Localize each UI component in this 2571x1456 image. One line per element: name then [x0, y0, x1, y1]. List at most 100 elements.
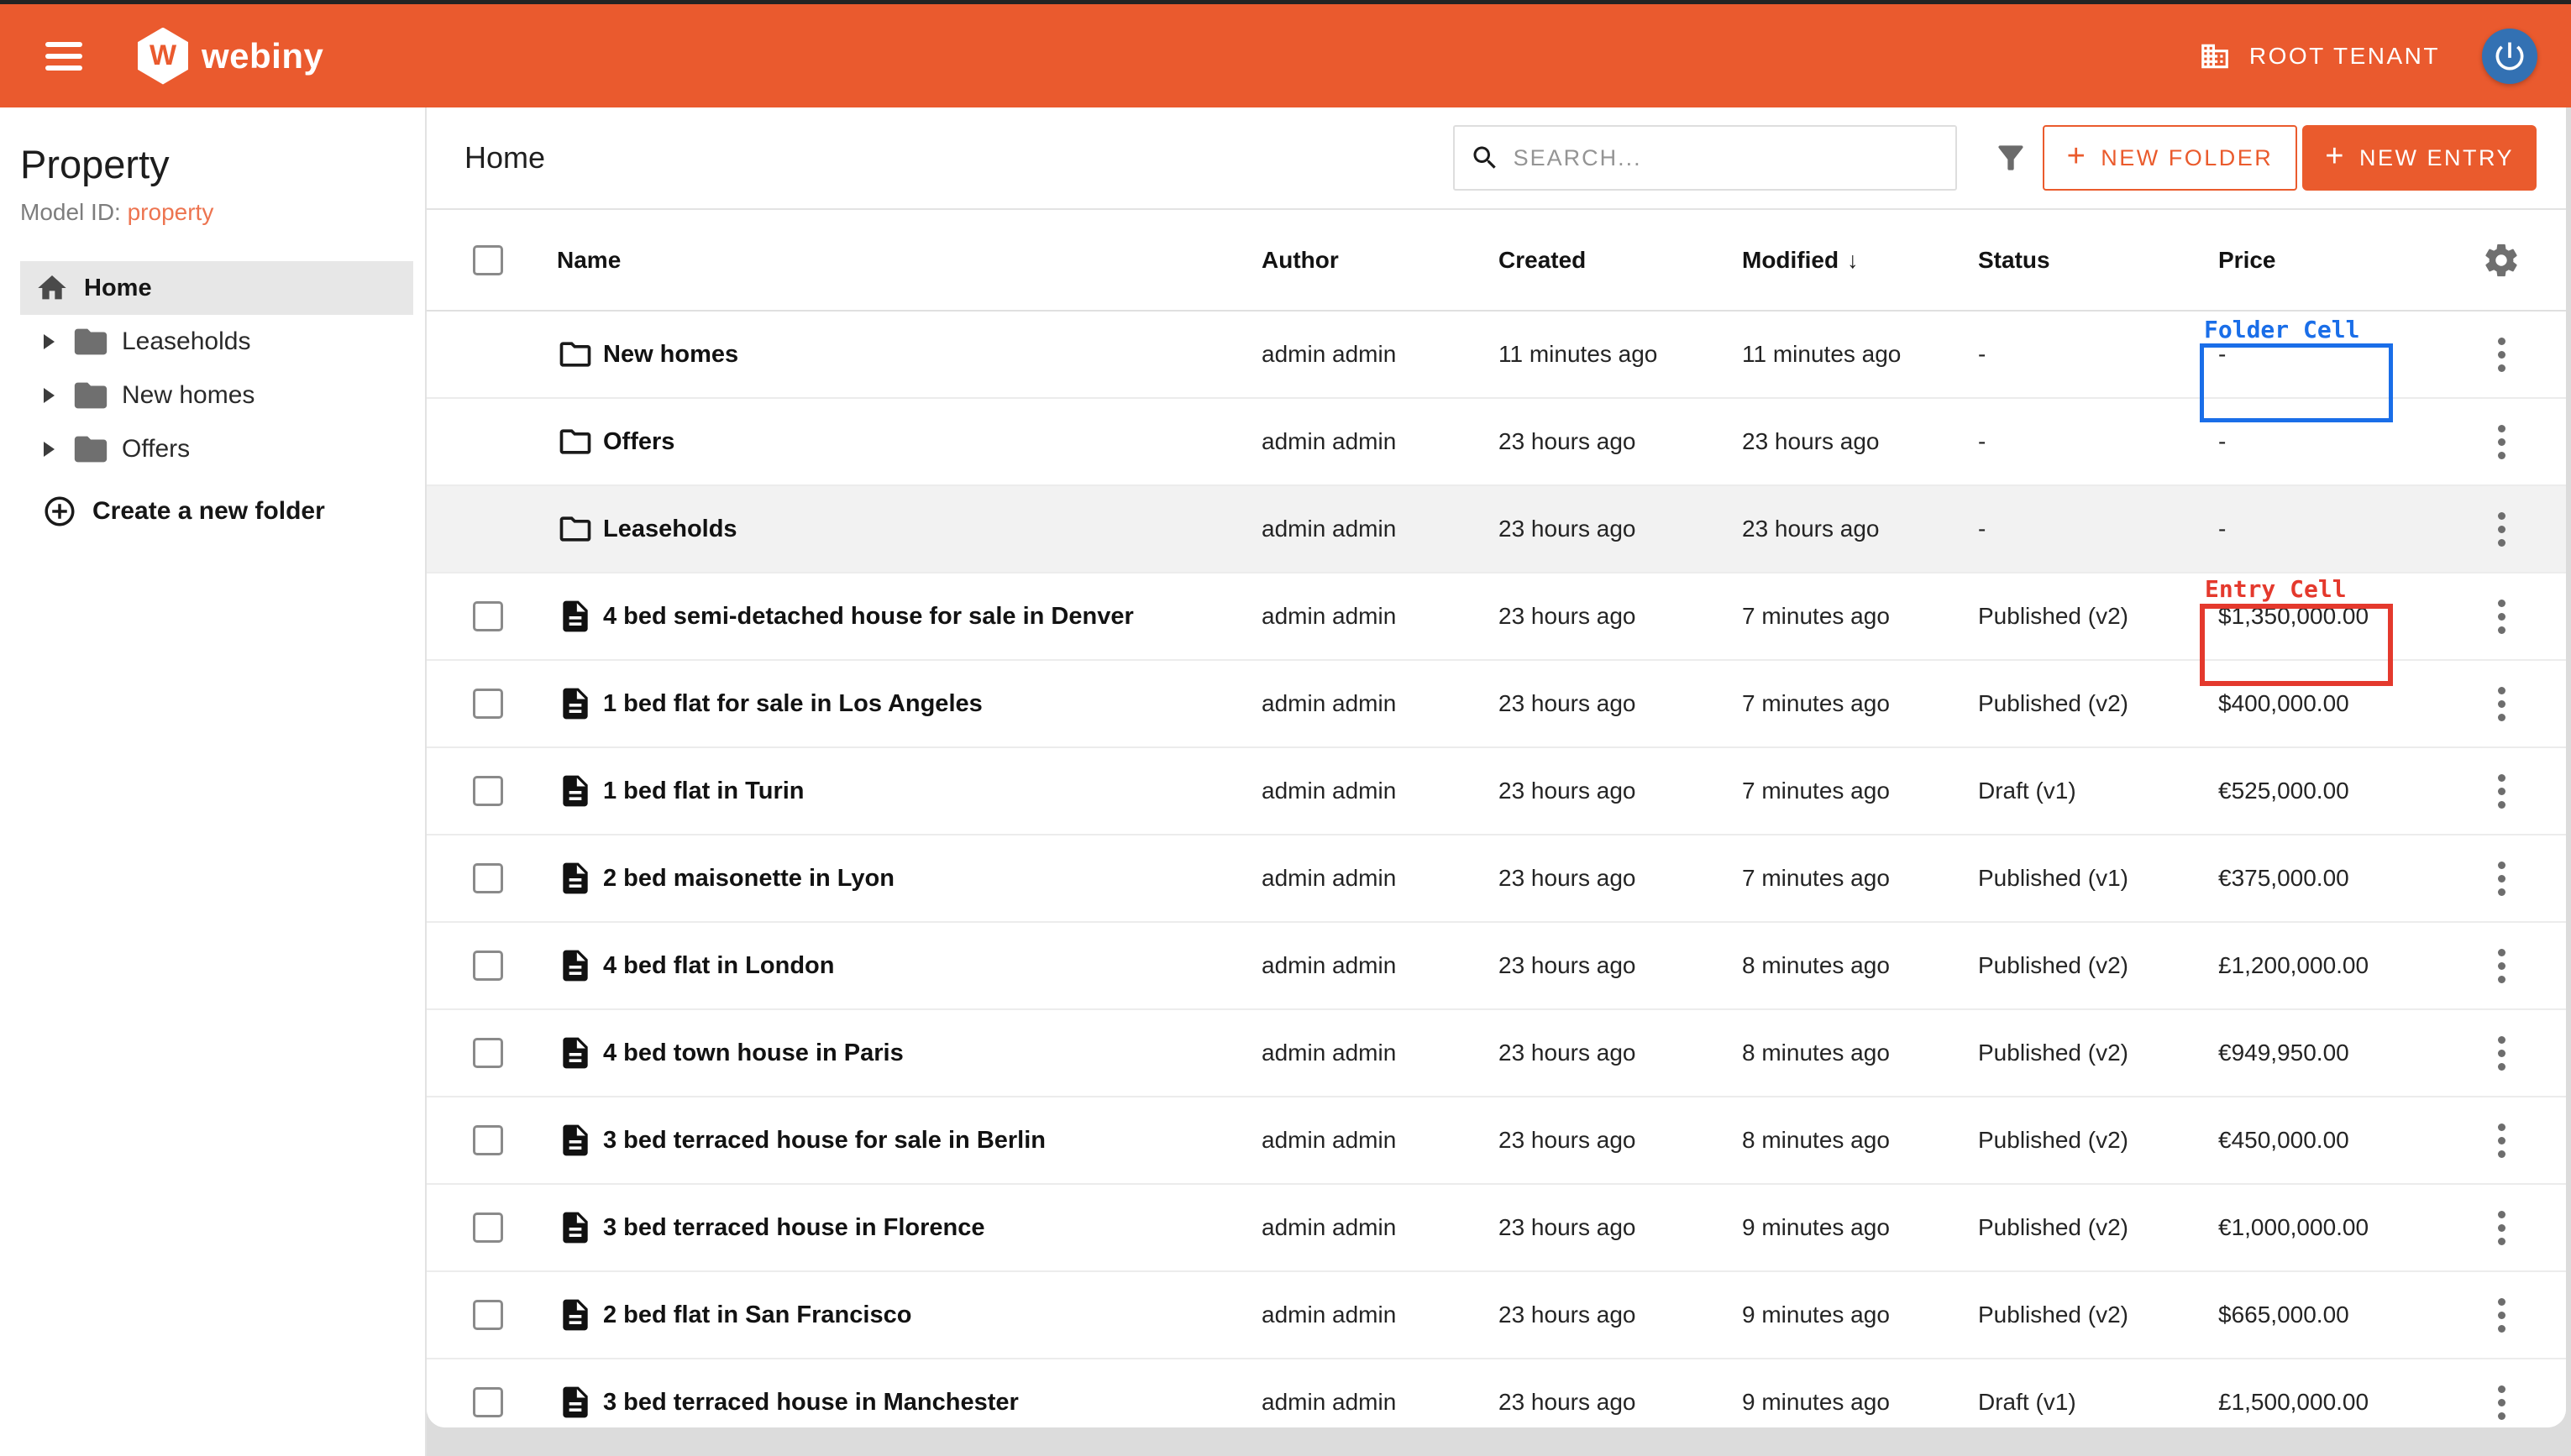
row-name: 3 bed terraced house for sale in Berlin [603, 1127, 1262, 1155]
table-row[interactable]: Leaseholds admin admin 23 hours ago 23 h… [427, 486, 2566, 573]
building-icon [2199, 40, 2231, 72]
row-actions-menu-icon[interactable] [2493, 416, 2511, 467]
folder-icon [557, 423, 594, 460]
row-price: £1,500,000.00 [2218, 1389, 2369, 1415]
row-author: admin admin [1262, 690, 1498, 717]
row-actions-menu-icon[interactable] [2493, 1028, 2511, 1078]
row-status-badge: Published (v2) [1978, 1214, 2218, 1241]
sidebar-item-home[interactable]: Home [20, 261, 413, 315]
create-folder-button[interactable]: Create a new folder [20, 484, 413, 538]
page-title: Home [464, 140, 545, 175]
row-modified: 23 hours ago [1742, 516, 1978, 542]
row-checkbox[interactable] [473, 1212, 503, 1243]
row-checkbox[interactable] [473, 1387, 503, 1417]
chevron-right-icon[interactable] [44, 334, 55, 349]
table-row[interactable]: 2 bed flat in San Francisco admin admin … [427, 1272, 2566, 1359]
table-header: Name Author Created Modified↓ Status Pri… [427, 210, 2566, 312]
row-status-badge: Published (v2) [1978, 952, 2218, 979]
row-status-badge: - [1978, 428, 2218, 455]
model-id-label: Model ID: [20, 199, 121, 225]
filter-button[interactable] [1992, 139, 2029, 176]
row-modified: 8 minutes ago [1742, 1127, 1978, 1154]
row-author: admin admin [1262, 1040, 1498, 1066]
webiny-logo-text: webiny [202, 36, 323, 76]
row-name: 1 bed flat for sale in Los Angeles [603, 690, 1262, 718]
row-status-badge: Published (v1) [1978, 865, 2218, 892]
row-checkbox[interactable] [473, 863, 503, 893]
row-name: 4 bed town house in Paris [603, 1040, 1262, 1067]
row-author: admin admin [1262, 428, 1498, 455]
row-actions-menu-icon[interactable] [2493, 766, 2511, 816]
plus-icon: + [2067, 140, 2088, 172]
row-checkbox[interactable] [473, 776, 503, 806]
row-created: 23 hours ago [1498, 603, 1742, 630]
row-checkbox[interactable] [473, 1038, 503, 1068]
table-body: New homes admin admin 11 minutes ago 11 … [427, 312, 2566, 1427]
row-checkbox[interactable] [473, 951, 503, 981]
tenant-selector[interactable]: ROOT TENANT [2199, 40, 2440, 72]
row-created: 23 hours ago [1498, 428, 1742, 455]
row-actions-menu-icon[interactable] [2493, 1290, 2511, 1340]
search-input[interactable] [1514, 145, 1940, 171]
row-checkbox[interactable] [473, 1300, 503, 1330]
column-header-price[interactable]: Price [2218, 247, 2470, 274]
row-checkbox[interactable] [473, 689, 503, 719]
row-actions-menu-icon[interactable] [2493, 504, 2511, 554]
row-actions-menu-icon[interactable] [2493, 1377, 2511, 1427]
row-actions-menu-icon[interactable] [2493, 940, 2511, 991]
sidebar-item-leaseholds[interactable]: Leaseholds [20, 315, 413, 369]
row-name: 3 bed terraced house in Manchester [603, 1389, 1262, 1417]
row-created: 23 hours ago [1498, 1040, 1742, 1066]
chevron-right-icon[interactable] [44, 388, 55, 403]
new-folder-button[interactable]: + NEW FOLDER [2043, 125, 2298, 191]
document-icon [557, 947, 594, 984]
row-actions-menu-icon[interactable] [2493, 329, 2511, 380]
sidebar-item-offers[interactable]: Offers [20, 422, 413, 476]
table-row[interactable]: 3 bed terraced house in Florence admin a… [427, 1185, 2566, 1272]
row-checkbox[interactable] [473, 601, 503, 631]
chevron-right-icon[interactable] [44, 442, 55, 457]
webiny-logo: W webiny [138, 28, 323, 85]
select-all-checkbox[interactable] [473, 245, 503, 275]
column-header-created[interactable]: Created [1498, 247, 1742, 274]
new-entry-button[interactable]: + NEW ENTRY [2302, 125, 2537, 191]
table-row[interactable]: Offers admin admin 23 hours ago 23 hours… [427, 399, 2566, 486]
row-price: $400,000.00 [2218, 690, 2349, 716]
table-row[interactable]: 1 bed flat in Turin admin admin 23 hours… [427, 748, 2566, 835]
table-row[interactable]: 4 bed flat in London admin admin 23 hour… [427, 923, 2566, 1010]
table-row[interactable]: 2 bed maisonette in Lyon admin admin 23 … [427, 835, 2566, 923]
table-settings-button[interactable] [2482, 241, 2521, 280]
table-row[interactable]: 3 bed terraced house for sale in Berlin … [427, 1097, 2566, 1185]
row-author: admin admin [1262, 778, 1498, 804]
row-created: 23 hours ago [1498, 1214, 1742, 1241]
column-header-status[interactable]: Status [1978, 247, 2218, 274]
row-actions-menu-icon[interactable] [2493, 1202, 2511, 1253]
row-modified: 7 minutes ago [1742, 778, 1978, 804]
row-created: 23 hours ago [1498, 1389, 1742, 1416]
menu-icon[interactable] [45, 42, 82, 71]
table-row[interactable]: 1 bed flat for sale in Los Angeles admin… [427, 661, 2566, 748]
tenant-label: ROOT TENANT [2249, 43, 2440, 70]
toolbar: Home + NEW FOLDER + NEW ENT [427, 107, 2566, 210]
row-created: 23 hours ago [1498, 865, 1742, 892]
row-actions-menu-icon[interactable] [2493, 1115, 2511, 1165]
user-avatar[interactable] [2482, 29, 2537, 84]
row-actions-menu-icon[interactable] [2493, 853, 2511, 903]
column-header-name[interactable]: Name [557, 247, 1262, 274]
row-author: admin admin [1262, 341, 1498, 368]
sidebar-item-new-homes[interactable]: New homes [20, 369, 413, 422]
row-checkbox[interactable] [473, 1125, 503, 1155]
row-actions-menu-icon[interactable] [2493, 591, 2511, 642]
column-header-author[interactable]: Author [1262, 247, 1498, 274]
row-name: Offers [603, 428, 1262, 456]
table-row[interactable]: 4 bed semi-detached house for sale in De… [427, 573, 2566, 661]
document-icon [557, 685, 594, 722]
annotation-label: Folder Cell [2204, 316, 2359, 343]
table-row[interactable]: 3 bed terraced house in Manchester admin… [427, 1359, 2566, 1427]
row-created: 23 hours ago [1498, 778, 1742, 804]
column-header-modified[interactable]: Modified↓ [1742, 247, 1978, 274]
row-actions-menu-icon[interactable] [2493, 678, 2511, 729]
table-row[interactable]: New homes admin admin 11 minutes ago 11 … [427, 312, 2566, 399]
row-modified: 11 minutes ago [1742, 341, 1978, 368]
table-row[interactable]: 4 bed town house in Paris admin admin 23… [427, 1010, 2566, 1097]
